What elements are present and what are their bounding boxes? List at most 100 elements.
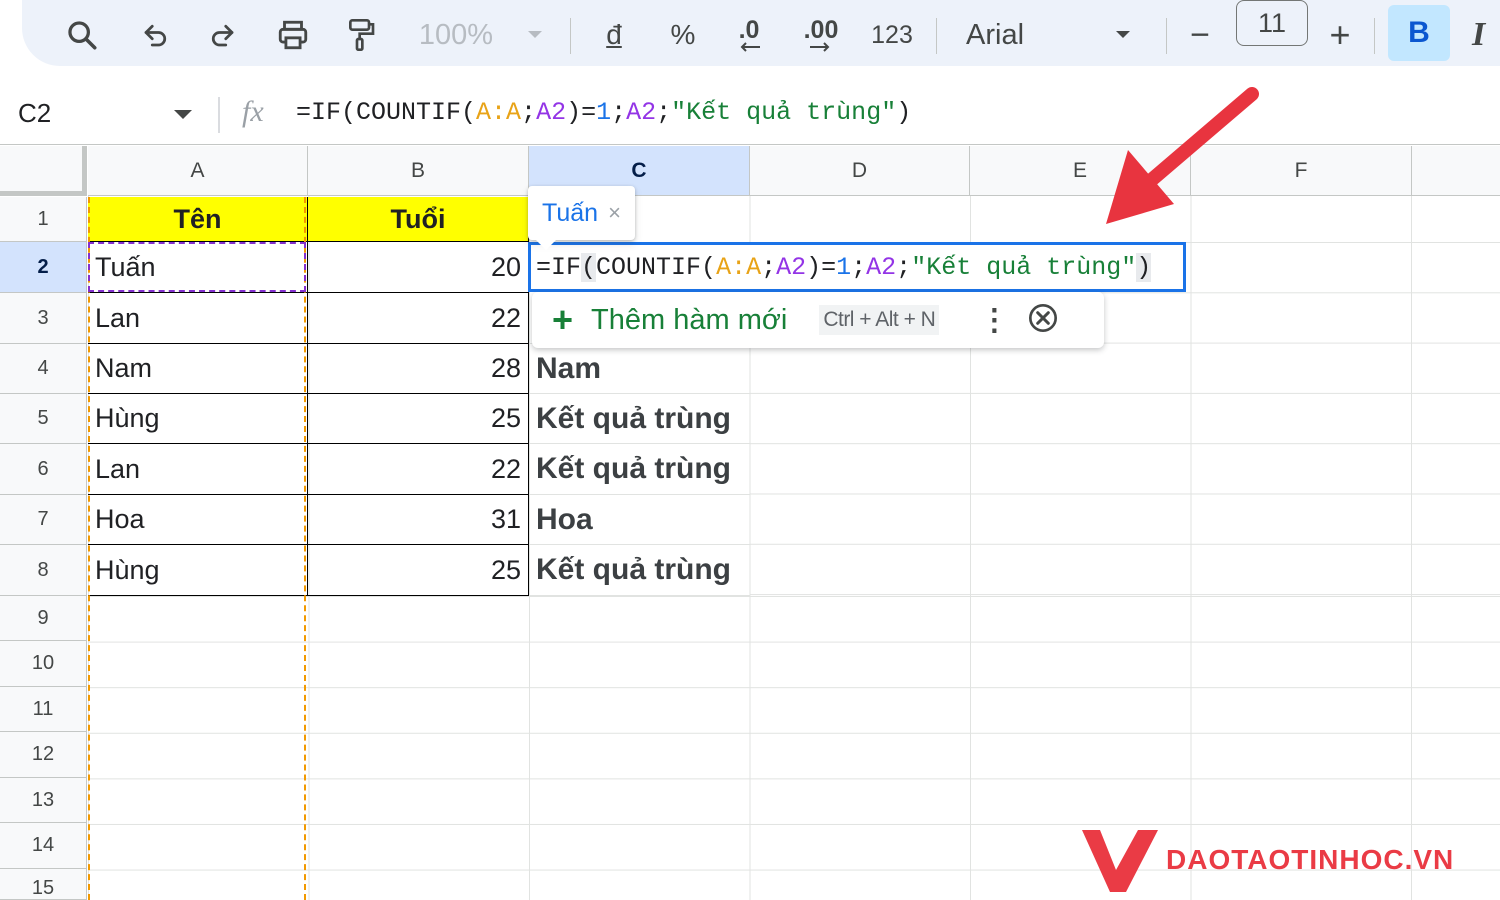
formula-token: ; (521, 98, 537, 127)
editor-cell-ref: A2 (776, 252, 807, 282)
cell-c5[interactable]: Kết quả trùng (529, 394, 750, 444)
chevron-down-icon[interactable] (1108, 10, 1138, 60)
zoom-select[interactable]: 100% (412, 10, 500, 60)
print-icon[interactable] (270, 10, 316, 60)
close-icon[interactable]: × (608, 200, 621, 226)
cell-b3[interactable]: 22 (308, 293, 529, 344)
paint-format-icon[interactable] (338, 10, 384, 60)
cell-c2-editor[interactable]: =IF(COUNTIF(A:A; A2)= 1; A2; "Kết quả trùng"… (528, 242, 1186, 292)
editor-token: )= (806, 252, 837, 282)
name-box[interactable]: C2 (18, 98, 51, 129)
chip-pointer (536, 240, 556, 250)
spreadsheet-app: 100% đ % .0 .00 123 Arial − 11 + B I C2 (0, 0, 1500, 900)
cell-a1[interactable]: Tên (88, 197, 308, 242)
arrow-left-icon (740, 42, 760, 52)
decrease-font-size-button[interactable]: − (1182, 10, 1218, 60)
row-header-1[interactable]: 1 (0, 197, 87, 242)
cell-a4[interactable]: Nam (88, 344, 308, 394)
row-header-10[interactable]: 10 (0, 641, 87, 687)
cell-b2[interactable]: 20 (308, 242, 529, 293)
editor-token: ; (851, 252, 867, 282)
toolbar-divider (1166, 18, 1167, 54)
toolbar-divider (1374, 18, 1375, 54)
more-options-icon[interactable]: ⋮ (979, 303, 1009, 338)
increase-decimal-button[interactable]: .00 (796, 10, 846, 60)
editor-paren: ( (581, 252, 597, 282)
formula-bar-divider (218, 97, 220, 133)
bold-button[interactable]: B (1388, 5, 1450, 61)
formula-number: 1 (596, 98, 612, 127)
editor-token: =IF (536, 252, 582, 282)
row-header-9[interactable]: 9 (0, 596, 87, 641)
font-family-select[interactable]: Arial (966, 10, 1042, 60)
cell-a7[interactable]: Hoa (88, 495, 308, 545)
chevron-down-icon[interactable] (174, 110, 192, 119)
function-suggestion-popup: + Thêm hàm mới Ctrl + Alt + N ⋮ (532, 292, 1104, 348)
add-new-function-button[interactable]: Thêm hàm mới (591, 304, 787, 337)
column-header-d[interactable]: D (750, 146, 970, 196)
formula-bar: C2 fx =IF(COUNTIF(A:A;A2)=1;A2;"Kết quả … (0, 85, 1500, 145)
editor-paren: ) (1136, 252, 1152, 282)
column-header-b[interactable]: B (308, 146, 529, 196)
italic-button[interactable]: I (1472, 10, 1500, 60)
cell-b8[interactable]: 25 (308, 545, 529, 596)
cell-b6[interactable]: 22 (308, 444, 529, 495)
cell-b5[interactable]: 25 (308, 394, 529, 444)
cell-a5[interactable]: Hùng (88, 394, 308, 444)
row-header-13[interactable]: 13 (0, 778, 87, 823)
sheet-grid: A B C D E F 1 2 3 4 5 6 7 8 9 10 11 12 1… (0, 146, 1500, 900)
close-circle-icon[interactable] (1027, 302, 1059, 339)
row-header-4[interactable]: 4 (0, 344, 87, 394)
search-icon[interactable] (60, 10, 104, 60)
red-arrow-annotation (1090, 80, 1270, 245)
row-header-2[interactable]: 2 (0, 242, 87, 293)
row-header-6[interactable]: 6 (0, 444, 87, 495)
cell-c4[interactable]: Nam (529, 344, 750, 394)
row-header-8[interactable]: 8 (0, 545, 87, 596)
arrow-right-icon (810, 42, 830, 52)
select-all-corner[interactable] (0, 146, 87, 196)
value-preview-chip: Tuấn × (528, 186, 635, 250)
formula-token: ) (896, 98, 912, 127)
row-header-3[interactable]: 3 (0, 293, 87, 344)
currency-format-button[interactable]: đ (596, 10, 632, 60)
font-size-input[interactable]: 11 (1236, 0, 1308, 46)
row-header-14[interactable]: 14 (0, 823, 87, 869)
fx-icon: fx (242, 95, 264, 128)
more-formats-button[interactable]: 123 (866, 10, 918, 60)
cell-a8[interactable]: Hùng (88, 545, 308, 596)
increase-decimal-label: .00 (803, 16, 839, 44)
formula-range-ref: A:A (476, 98, 522, 127)
percent-format-button[interactable]: % (664, 10, 702, 60)
cell-c8[interactable]: Kết quả trùng (529, 545, 750, 596)
cell-c6[interactable]: Kết quả trùng (529, 444, 750, 495)
chevron-down-icon[interactable] (520, 10, 550, 60)
increase-font-size-button[interactable]: + (1322, 10, 1358, 60)
cell-b1[interactable]: Tuổi (308, 197, 529, 242)
column-header-g[interactable] (1412, 146, 1500, 196)
cell-a6[interactable]: Lan (88, 444, 308, 495)
plus-icon: + (552, 299, 574, 340)
cell-a3[interactable]: Lan (88, 293, 308, 344)
column-header-a[interactable]: A (88, 146, 308, 196)
editor-cell-ref: A2 (866, 252, 897, 282)
cell-c7[interactable]: Hoa (529, 495, 750, 545)
cell-a2[interactable]: Tuấn (88, 242, 308, 293)
formula-input[interactable]: =IF(COUNTIF(A:A;A2)=1;A2;"Kết quả trùng"… (296, 98, 911, 127)
editor-token: ; (761, 252, 777, 282)
row-header-7[interactable]: 7 (0, 495, 87, 545)
row-header-11[interactable]: 11 (0, 687, 87, 732)
formula-token: )= (566, 98, 597, 127)
undo-icon[interactable] (134, 10, 178, 60)
cell-b7[interactable]: 31 (308, 495, 529, 545)
formula-cell-ref: A2 (626, 98, 657, 127)
decrease-decimal-button[interactable]: .0 (724, 10, 774, 60)
row-header-15[interactable]: 15 (0, 869, 87, 900)
editor-string: "Kết quả trùng" (911, 252, 1137, 282)
cell-b4[interactable]: 28 (308, 344, 529, 394)
formula-cell-ref: A2 (536, 98, 567, 127)
redo-icon[interactable] (200, 10, 244, 60)
row-header-12[interactable]: 12 (0, 732, 87, 778)
watermark-text: DAOTAOTINHOC.VN (1166, 844, 1455, 875)
row-header-5[interactable]: 5 (0, 394, 87, 444)
